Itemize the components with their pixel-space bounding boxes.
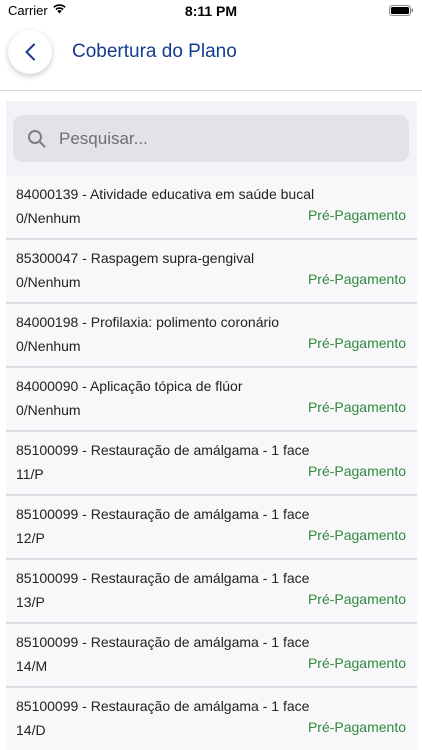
page-title: Cobertura do Plano — [72, 41, 237, 62]
back-button[interactable] — [8, 30, 52, 74]
tooth-face-label: 13/P — [16, 594, 45, 610]
list-item[interactable]: 84000090 - Aplicação tópica de flúor 0/Ne… — [6, 368, 417, 432]
list-item[interactable]: 84000198 - Profilaxia: polimento coronár… — [6, 304, 417, 368]
procedure-title: 84000139 - Atividade educativa em saúde … — [16, 186, 315, 202]
tooth-face-label: 0/Nenhum — [16, 402, 81, 418]
procedure-title: 85100099 - Restauração de amálgama - 1 f… — [16, 698, 310, 714]
nav-divider — [0, 90, 422, 91]
tooth-face-label: 11/P — [16, 466, 44, 482]
coverage-list: 84000139 - Atividade educativa em saúde … — [6, 176, 417, 750]
payment-status-label: Pré-Pagamento — [307, 463, 406, 479]
procedure-title: 84000198 - Profilaxia: polimento coronár… — [16, 314, 280, 330]
coverage-list-container: 84000139 - Atividade educativa em saúde … — [6, 101, 417, 750]
list-item[interactable]: 85100099 - Restauração de amálgama - 1 f… — [6, 432, 417, 496]
tooth-face-label: 14/M — [16, 658, 48, 674]
tooth-face-label: 12/P — [16, 530, 45, 546]
procedure-title: 85100099 - Restauração de amálgama - 1 f… — [16, 570, 310, 586]
search-bar[interactable] — [13, 115, 409, 162]
tooth-face-label: 0/Nenhum — [16, 210, 81, 226]
status-time: 8:11 PM — [184, 3, 238, 19]
battery-icon — [389, 5, 413, 16]
procedure-title: 85300047 - Raspagem supra-gengival — [16, 250, 255, 266]
tooth-face-label: 0/Nenhum — [16, 274, 81, 290]
payment-status-label: Pré-Pagamento — [307, 399, 406, 415]
list-item[interactable]: 84000139 - Atividade educativa em saúde … — [6, 176, 417, 240]
payment-status-label: Pré-Pagamento — [307, 527, 406, 543]
tooth-face-label: 14/D — [16, 722, 46, 738]
navigation-bar: Cobertura do Plano — [0, 24, 422, 92]
list-item[interactable]: 85100099 - Restauração de amálgama - 1 f… — [6, 688, 417, 750]
payment-status-label: Pré-Pagamento — [307, 655, 406, 671]
list-item[interactable]: 85100099 - Restauração de amálgama - 1 f… — [6, 560, 417, 624]
search-icon — [28, 130, 46, 148]
payment-status-label: Pré-Pagamento — [307, 207, 406, 223]
list-item[interactable]: 85100099 - Restauração de amálgama - 1 f… — [6, 624, 417, 688]
payment-status-label: Pré-Pagamento — [307, 719, 406, 735]
list-item[interactable]: 85300047 - Raspagem supra-gengival 0/Nenh… — [6, 240, 417, 304]
status-bar: Carrier 8:11 PM — [0, 0, 422, 24]
procedure-title: 85100099 - Restauração de amálgama - 1 f… — [16, 634, 310, 650]
list-item[interactable]: 85100099 - Restauração de amálgama - 1 f… — [6, 496, 417, 560]
tooth-face-label: 0/Nenhum — [16, 338, 81, 354]
procedure-title: 85100099 - Restauração de amálgama - 1 f… — [16, 442, 310, 458]
payment-status-label: Pré-Pagamento — [307, 591, 406, 607]
procedure-title: 84000090 - Aplicação tópica de flúor — [16, 378, 243, 394]
payment-status-label: Pré-Pagamento — [307, 335, 406, 351]
search-input[interactable] — [57, 115, 397, 162]
procedure-title: 85100099 - Restauração de amálgama - 1 f… — [16, 506, 310, 522]
chevron-left-icon — [25, 43, 35, 61]
payment-status-label: Pré-Pagamento — [307, 271, 406, 287]
